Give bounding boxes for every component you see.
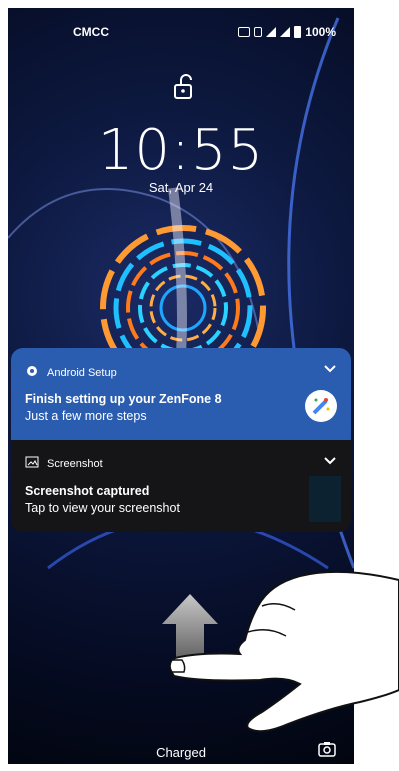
gear-icon xyxy=(25,364,39,381)
battery-percent: 100% xyxy=(305,25,336,39)
notification-title: Screenshot captured xyxy=(25,484,150,498)
nfc-icon xyxy=(238,27,251,37)
camera-icon[interactable] xyxy=(318,741,336,757)
expand-chevron-icon[interactable] xyxy=(323,362,337,376)
screenshot-thumbnail[interactable] xyxy=(309,476,341,522)
vibrate-icon xyxy=(254,27,263,37)
notification-android-setup[interactable]: Android Setup Finish setting up your Zen… xyxy=(11,348,351,440)
notification-app: Screenshot xyxy=(25,456,103,471)
signal-icon xyxy=(280,27,291,37)
notification-app: Android Setup xyxy=(25,364,117,381)
lock-clock: 10:55 xyxy=(97,118,265,183)
carrier-label: CMCC xyxy=(73,25,109,39)
lock-screen[interactable]: CMCC 100% 10:55 Sat, Apr 24 Android Setu… xyxy=(8,8,354,764)
image-icon xyxy=(25,456,39,471)
notification-title: Finish setting up your ZenFone 8 xyxy=(25,392,222,406)
notification-app-name: Screenshot xyxy=(47,457,103,470)
unlock-icon xyxy=(174,74,192,99)
wifi-icon xyxy=(266,27,277,37)
status-icons: 100% xyxy=(238,25,336,39)
battery-icon xyxy=(294,26,302,38)
lock-date: Sat, Apr 24 xyxy=(148,180,214,195)
expand-chevron-icon[interactable] xyxy=(323,454,337,468)
charging-status: Charged xyxy=(156,745,206,760)
notification-screenshot[interactable]: Screenshot Screenshot captured Tap to vi… xyxy=(11,440,351,532)
notification-text: Tap to view your screenshot xyxy=(25,501,180,515)
notification-app-name: Android Setup xyxy=(47,366,117,379)
notification-text: Just a few more steps xyxy=(25,409,147,423)
status-bar: CMCC 100% xyxy=(8,22,354,42)
magic-wand-icon xyxy=(305,390,337,422)
